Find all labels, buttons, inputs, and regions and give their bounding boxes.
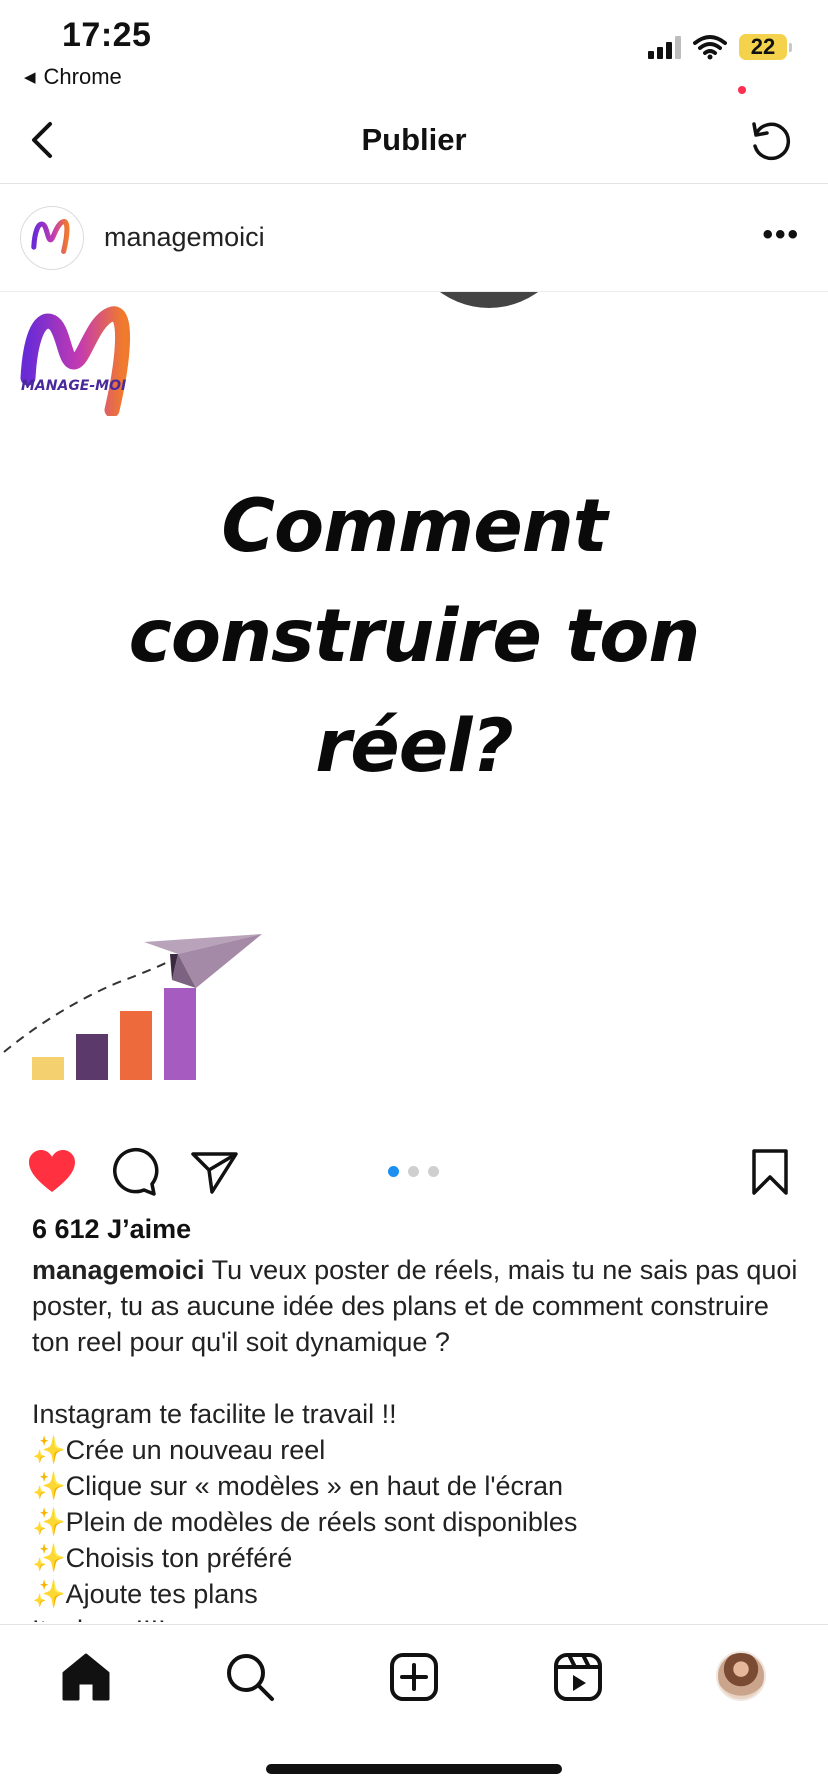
caption-step: ✨Choisis ton préféré — [32, 1543, 293, 1573]
post-headline: Comment construire ton réel? — [40, 472, 788, 802]
profile-avatar[interactable] — [716, 1651, 766, 1701]
headline-line-2: construire ton — [128, 594, 701, 679]
caption-intro: managemoici Tu veux poster de réels, mai… — [32, 1252, 802, 1360]
headline-line-1: Comment — [221, 484, 607, 569]
carousel-dot — [428, 1166, 439, 1177]
notification-dot — [738, 86, 746, 94]
growth-illustration — [3, 934, 262, 1080]
battery-indicator: 22 — [739, 34, 792, 60]
back-app-label: Chrome — [43, 64, 122, 89]
paper-plane-icon — [144, 934, 262, 988]
search-icon[interactable] — [222, 1649, 278, 1705]
more-options-icon[interactable]: ••• — [762, 218, 800, 252]
home-icon[interactable] — [58, 1649, 114, 1705]
likes-count[interactable]: 6 612 J’aime — [32, 1214, 191, 1245]
manage-moi-logo: MANAGE-MOI — [20, 306, 131, 416]
comment-icon[interactable] — [108, 1146, 160, 1198]
caption-steps: ✨Crée un nouveau reel ✨Clique sur « modèl… — [32, 1432, 802, 1612]
post-image[interactable]: MANAGE-MOI Comment construire ton réel? — [0, 292, 828, 1120]
home-indicator — [266, 1764, 562, 1774]
user-avatar[interactable] — [20, 206, 84, 270]
caption-username[interactable]: managemoici — [32, 1255, 205, 1285]
carousel-dot — [388, 1166, 399, 1177]
growth-bar — [120, 1011, 152, 1080]
caption-step: ✨Plein de modèles de réels sont disponib… — [32, 1507, 578, 1537]
logo-text: MANAGE-MOI — [21, 378, 126, 394]
headline-line-3: réel? — [315, 704, 513, 789]
back-to-app-link[interactable]: ◀ Chrome — [24, 64, 122, 90]
caption-last-line: Its done !!!! — [32, 1612, 802, 1622]
post-caption: managemoici Tu veux poster de réels, mai… — [32, 1252, 802, 1622]
create-post-icon[interactable] — [386, 1649, 442, 1705]
caption-step: ✨Ajoute tes plans — [32, 1579, 258, 1609]
post-username[interactable]: managemoici — [104, 222, 265, 253]
cellular-signal-icon — [648, 35, 681, 59]
manage-moi-logo-icon — [31, 219, 70, 254]
page-title: Publier — [361, 122, 467, 157]
caption-step: ✨Clique sur « modèles » en haut de l'écr… — [32, 1471, 564, 1501]
battery-level: 22 — [739, 34, 787, 60]
carousel-dot — [408, 1166, 419, 1177]
decorative-ring — [406, 292, 572, 308]
reels-icon[interactable] — [550, 1649, 606, 1705]
carousel-indicator — [388, 1166, 439, 1177]
status-bar: 17:25 ◀ Chrome 22 — [0, 0, 828, 98]
wifi-icon — [693, 35, 727, 60]
caption-line: Instagram te facilite le travail !! — [32, 1399, 397, 1429]
share-send-icon[interactable] — [188, 1146, 240, 1198]
like-heart-icon[interactable] — [26, 1146, 78, 1198]
growth-bar — [164, 988, 196, 1080]
back-triangle-icon: ◀ — [24, 69, 36, 86]
status-icons: 22 — [648, 34, 792, 60]
growth-bar — [32, 1057, 64, 1080]
bookmark-icon[interactable] — [744, 1146, 796, 1198]
caption-step: ✨Crée un nouveau reel — [32, 1435, 326, 1465]
refresh-icon[interactable] — [746, 116, 794, 164]
growth-bar — [76, 1034, 108, 1080]
post-header: managemoici ••• — [0, 184, 828, 292]
nav-header: Publier — [0, 98, 828, 184]
status-time: 17:25 — [62, 16, 152, 54]
